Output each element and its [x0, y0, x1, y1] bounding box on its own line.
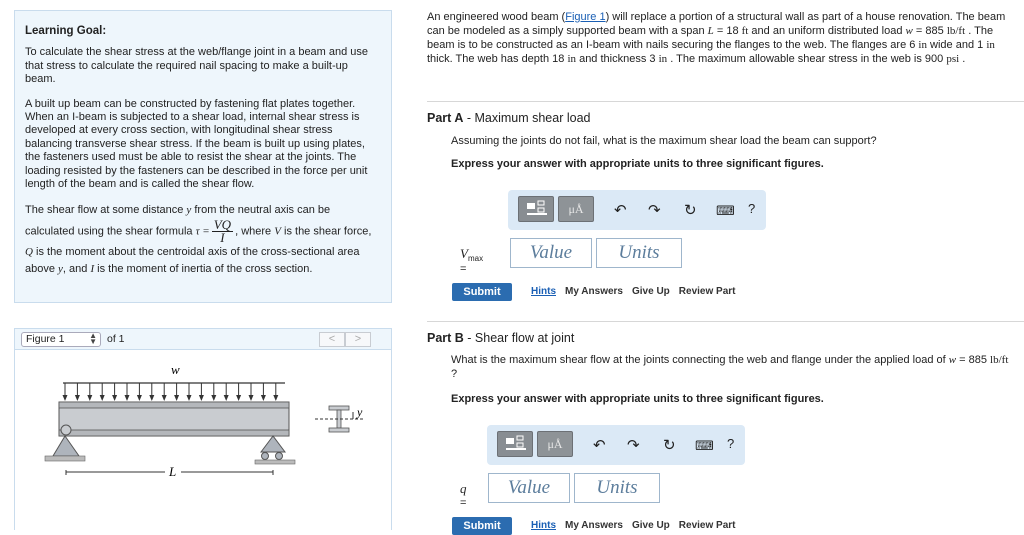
- learning-goal-heading: Learning Goal:: [25, 25, 107, 37]
- templates-icon: [527, 200, 547, 215]
- undo-icon[interactable]: ↶: [593, 436, 606, 454]
- undo-icon[interactable]: ↶: [614, 201, 627, 219]
- part-a-equation-toolbar: μÅ ↶ ↷ ↻ ⌨ ?: [508, 190, 766, 230]
- load-arrowhead: [161, 395, 167, 401]
- reset-icon[interactable]: ↻: [684, 201, 697, 219]
- part-a-review-link[interactable]: Review Part: [679, 286, 736, 297]
- load-arrowhead: [149, 395, 155, 401]
- load-arrowhead: [99, 395, 105, 401]
- part-b-submit-button[interactable]: Submit: [452, 517, 512, 535]
- part-a-units-input[interactable]: Units: [596, 238, 682, 268]
- vmax-label: Vmax =: [460, 246, 484, 276]
- load-arrowhead: [74, 395, 80, 401]
- span-label: L: [168, 464, 176, 479]
- load-arrowhead: [186, 395, 192, 401]
- figure-link[interactable]: Figure 1: [565, 11, 605, 23]
- part-b-units-input[interactable]: Units: [574, 473, 660, 503]
- help-icon[interactable]: ?: [727, 436, 734, 451]
- figure-toolbar: Figure 1 ▲ ▼ of 1 < >: [14, 328, 392, 350]
- load-arrowhead: [211, 395, 217, 401]
- keyboard-icon[interactable]: ⌨: [695, 438, 714, 454]
- load-arrowhead: [236, 395, 242, 401]
- redo-icon[interactable]: ↷: [648, 201, 661, 219]
- part-a-instruction: Express your answer with appropriate uni…: [451, 158, 824, 170]
- part-b-value-input[interactable]: Value: [488, 473, 570, 503]
- figure-area: w L y: [14, 350, 392, 530]
- load-arrowhead: [248, 395, 254, 401]
- learning-goal-paragraph-2: The shear flow at some distance y from t…: [25, 204, 372, 276]
- part-b-links: Hints My Answers Give Up Review Part: [531, 520, 744, 531]
- learning-goal-text: To calculate the shear stress at the web…: [25, 46, 369, 86]
- units-button[interactable]: μÅ: [558, 196, 594, 222]
- part-a-give-up-link[interactable]: Give Up: [632, 286, 670, 297]
- reset-icon[interactable]: ↻: [663, 436, 676, 454]
- part-b-instruction: Express your answer with appropriate uni…: [451, 393, 824, 405]
- load-label: w: [171, 362, 180, 377]
- templates-button[interactable]: [497, 431, 533, 457]
- help-icon[interactable]: ?: [748, 201, 755, 216]
- load-arrowhead: [112, 395, 118, 401]
- part-a-links: Hints My Answers Give Up Review Part: [531, 286, 744, 297]
- part-b-review-link[interactable]: Review Part: [679, 520, 736, 531]
- load-arrowhead: [223, 395, 229, 401]
- load-arrowhead: [62, 395, 68, 401]
- load-arrowhead: [87, 395, 93, 401]
- redo-icon[interactable]: ↷: [627, 436, 640, 454]
- part-b-title: Part B - Shear flow at joint: [427, 331, 575, 345]
- load-arrowhead: [198, 395, 204, 401]
- distributed-load-arrows: [62, 383, 279, 401]
- figure-count: of 1: [107, 333, 125, 345]
- part-b-hints-link[interactable]: Hints: [531, 520, 556, 531]
- part-b-question: What is the maximum shear flow at the jo…: [451, 354, 1009, 380]
- templates-icon: [506, 435, 526, 450]
- axis-label: y: [356, 405, 363, 419]
- select-arrows-icon: ▲ ▼: [89, 331, 97, 346]
- load-arrowhead: [273, 395, 279, 401]
- figure-prev-button[interactable]: <: [319, 332, 345, 347]
- shear-formula-fraction: VQ I: [211, 217, 234, 246]
- load-arrowhead: [174, 395, 180, 401]
- part-a-hints-link[interactable]: Hints: [531, 286, 556, 297]
- figure-select[interactable]: Figure 1 ▲ ▼: [21, 332, 101, 347]
- part-b-my-answers-link[interactable]: My Answers: [565, 520, 623, 531]
- templates-button[interactable]: [518, 196, 554, 222]
- figure-next-button[interactable]: >: [345, 332, 371, 347]
- beam-diagram: w L y: [44, 362, 363, 479]
- part-a-title: Part A - Maximum shear load: [427, 111, 591, 125]
- units-button[interactable]: μÅ: [537, 431, 573, 457]
- divider: [427, 321, 1024, 322]
- keyboard-icon[interactable]: ⌨: [716, 203, 735, 219]
- learning-goal-panel: Learning Goal: To calculate the shear st…: [14, 10, 392, 303]
- learning-goal-paragraph-1: A built up beam can be constructed by fa…: [25, 97, 368, 191]
- q-label: q =: [460, 481, 467, 509]
- load-arrowhead: [124, 395, 130, 401]
- part-a-submit-button[interactable]: Submit: [452, 283, 512, 301]
- load-arrowhead: [136, 395, 142, 401]
- part-b-give-up-link[interactable]: Give Up: [632, 520, 670, 531]
- divider: [427, 101, 1024, 102]
- load-arrowhead: [260, 395, 266, 401]
- part-a-question: Assuming the joints do not fail, what is…: [451, 135, 877, 147]
- part-a-my-answers-link[interactable]: My Answers: [565, 286, 623, 297]
- problem-statement: An engineered wood beam (Figure 1) will …: [427, 11, 1006, 65]
- part-a-value-input[interactable]: Value: [510, 238, 592, 268]
- part-b-equation-toolbar: μÅ ↶ ↷ ↻ ⌨ ?: [487, 425, 745, 465]
